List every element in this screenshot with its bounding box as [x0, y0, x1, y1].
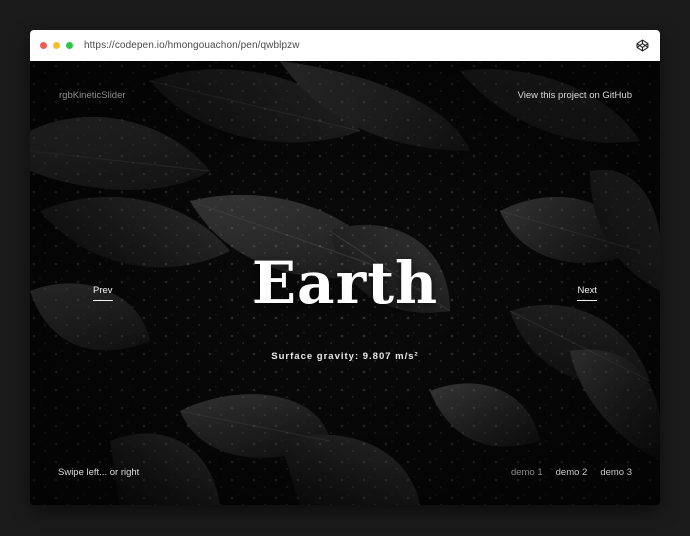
close-window-button[interactable]: [40, 42, 47, 49]
demo-links: demo 1 demo 2 demo 3: [511, 467, 632, 478]
slide-subtitle: Surface gravity: 9.807 m/s²: [271, 351, 419, 362]
slider-stage[interactable]: rgbKineticSlider View this project on Gi…: [30, 61, 660, 505]
address-bar-url[interactable]: https://codepen.io/hmongouachon/pen/qwbl…: [84, 40, 300, 51]
demo-2-link[interactable]: demo 2: [556, 467, 588, 478]
demo-3-link[interactable]: demo 3: [600, 467, 632, 478]
window-controls: [40, 42, 73, 49]
browser-titlebar: https://codepen.io/hmongouachon/pen/qwbl…: [30, 30, 660, 61]
slide-title: Earth: [251, 249, 439, 317]
codepen-icon[interactable]: [636, 39, 649, 52]
minimize-window-button[interactable]: [53, 42, 60, 49]
brand-logo-text[interactable]: rgbKineticSlider: [59, 90, 126, 101]
demo-1-link[interactable]: demo 1: [511, 467, 543, 478]
maximize-window-button[interactable]: [66, 42, 73, 49]
browser-window: https://codepen.io/hmongouachon/pen/qwbl…: [30, 30, 660, 505]
github-link[interactable]: View this project on GitHub: [518, 90, 632, 101]
swipe-hint: Swipe left... or right: [58, 467, 140, 478]
